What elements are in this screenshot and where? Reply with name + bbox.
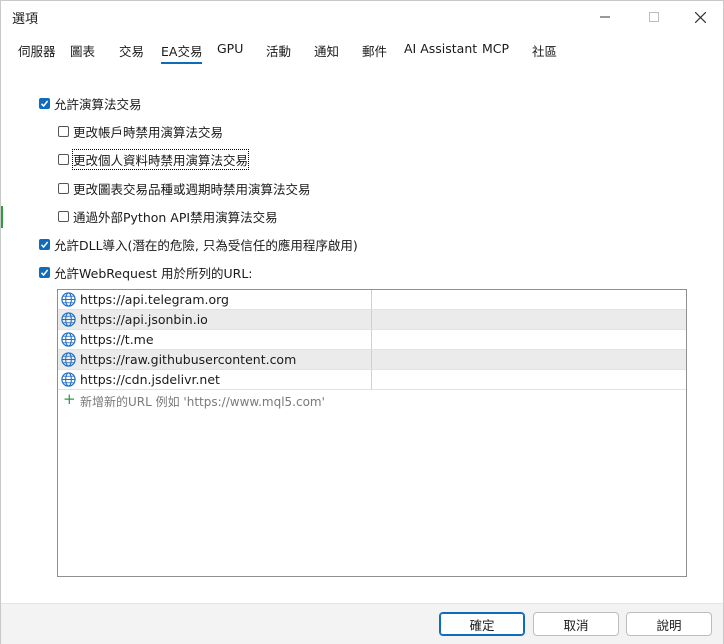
column-divider bbox=[371, 350, 372, 369]
column-divider bbox=[371, 310, 372, 329]
window-edge-accent bbox=[1, 206, 3, 228]
allow-webrequest-label: 允許WebRequest 用於所列的URL: bbox=[54, 266, 253, 281]
disable-on-symbol-change-checkbox[interactable] bbox=[58, 183, 69, 194]
disable-python-api-label: 通過外部Python API禁用演算法交易 bbox=[73, 210, 278, 225]
tab-mcp[interactable]: MCP bbox=[482, 41, 509, 56]
title-bar: 選項 bbox=[1, 1, 723, 33]
globe-icon bbox=[61, 312, 76, 327]
tab-gpu[interactable]: GPU bbox=[217, 41, 243, 56]
tab-expert-advisors[interactable]: EA交易 bbox=[161, 41, 203, 64]
disable-on-symbol-change-label: 更改圖表交易品種或週期時禁用演算法交易 bbox=[73, 182, 311, 197]
tab-ai-assistant[interactable]: AI Assistant bbox=[404, 41, 477, 56]
url-text: https://api.telegram.org bbox=[80, 292, 229, 307]
options-dialog: 選項 伺服器 圖表 交易 EA交易 GPU 活動 通知 郵件 AI Assist… bbox=[0, 0, 724, 644]
globe-icon bbox=[61, 292, 76, 307]
url-text: https://t.me bbox=[80, 332, 154, 347]
tab-charts[interactable]: 圖表 bbox=[70, 41, 95, 60]
tab-email[interactable]: 郵件 bbox=[362, 41, 387, 60]
disable-on-account-change-label: 更改帳戶時禁用演算法交易 bbox=[73, 125, 224, 140]
minimize-icon bbox=[600, 16, 610, 18]
ok-button[interactable]: 確定 bbox=[439, 612, 525, 636]
disable-on-account-change-checkbox[interactable] bbox=[58, 126, 69, 137]
disable-on-profile-change-option[interactable]: 更改個人資料時禁用演算法交易 bbox=[58, 149, 250, 170]
disable-on-account-change-option[interactable]: 更改帳戶時禁用演算法交易 bbox=[58, 122, 223, 141]
tab-bar: 伺服器 圖表 交易 EA交易 GPU 活動 通知 郵件 AI Assistant… bbox=[1, 39, 723, 64]
disable-python-api-option[interactable]: 通過外部Python API禁用演算法交易 bbox=[58, 207, 278, 226]
url-row[interactable]: https://cdn.jsdelivr.net bbox=[58, 370, 686, 390]
globe-icon bbox=[61, 352, 76, 367]
close-button[interactable] bbox=[677, 1, 723, 33]
help-button[interactable]: 說明 bbox=[626, 612, 712, 636]
add-url-row[interactable]: + 新增新的URL 例如 'https://www.mql5.com' bbox=[58, 390, 686, 410]
check-icon bbox=[40, 100, 49, 108]
dialog-footer: 確定 取消 說明 bbox=[1, 603, 723, 644]
disable-on-profile-change-checkbox[interactable] bbox=[58, 154, 69, 165]
allow-algo-trading-checkbox[interactable] bbox=[39, 98, 50, 109]
maximize-button[interactable] bbox=[631, 1, 677, 33]
allow-algo-trading-option[interactable]: 允許演算法交易 bbox=[39, 94, 142, 113]
url-row[interactable]: https://raw.githubusercontent.com bbox=[58, 350, 686, 370]
url-text: https://cdn.jsdelivr.net bbox=[80, 372, 220, 387]
minimize-button[interactable] bbox=[582, 1, 628, 33]
globe-icon bbox=[61, 332, 76, 347]
add-url-hint: 新增新的URL 例如 'https://www.mql5.com' bbox=[80, 395, 325, 409]
dialog-title: 選項 bbox=[12, 12, 39, 27]
url-text: https://raw.githubusercontent.com bbox=[80, 352, 297, 367]
allow-algo-trading-label: 允許演算法交易 bbox=[54, 97, 142, 112]
check-icon bbox=[40, 241, 49, 249]
tab-community[interactable]: 社區 bbox=[532, 41, 557, 60]
url-row[interactable]: https://t.me bbox=[58, 330, 686, 350]
tab-server[interactable]: 伺服器 bbox=[18, 41, 56, 60]
allow-dll-imports-option[interactable]: 允許DLL導入(潛在的危險, 只為受信任的應用程序啟用) bbox=[39, 235, 358, 254]
column-divider bbox=[371, 330, 372, 349]
url-row[interactable]: https://api.jsonbin.io bbox=[58, 310, 686, 330]
disable-on-symbol-change-option[interactable]: 更改圖表交易品種或週期時禁用演算法交易 bbox=[58, 179, 311, 198]
disable-python-api-checkbox[interactable] bbox=[58, 211, 69, 222]
plus-icon: + bbox=[63, 390, 76, 408]
allow-dll-imports-checkbox[interactable] bbox=[39, 239, 50, 250]
url-row[interactable]: https://api.telegram.org bbox=[58, 290, 686, 310]
url-list[interactable]: https://api.telegram.org https://api.jso… bbox=[57, 289, 687, 577]
close-icon bbox=[694, 11, 706, 23]
tab-notifications[interactable]: 通知 bbox=[314, 41, 339, 60]
tab-events[interactable]: 活動 bbox=[266, 41, 291, 60]
allow-webrequest-option[interactable]: 允許WebRequest 用於所列的URL: bbox=[39, 263, 253, 282]
column-divider bbox=[371, 370, 372, 389]
maximize-icon bbox=[649, 12, 659, 22]
globe-icon bbox=[61, 372, 76, 387]
allow-dll-imports-label: 允許DLL導入(潛在的危險, 只為受信任的應用程序啟用) bbox=[54, 238, 358, 253]
disable-on-profile-change-label: 更改個人資料時禁用演算法交易 bbox=[71, 149, 250, 170]
cancel-button[interactable]: 取消 bbox=[533, 612, 619, 636]
check-icon bbox=[40, 269, 49, 277]
column-divider bbox=[371, 290, 372, 309]
tab-trade[interactable]: 交易 bbox=[119, 41, 144, 60]
url-text: https://api.jsonbin.io bbox=[80, 312, 208, 327]
allow-webrequest-checkbox[interactable] bbox=[39, 267, 50, 278]
